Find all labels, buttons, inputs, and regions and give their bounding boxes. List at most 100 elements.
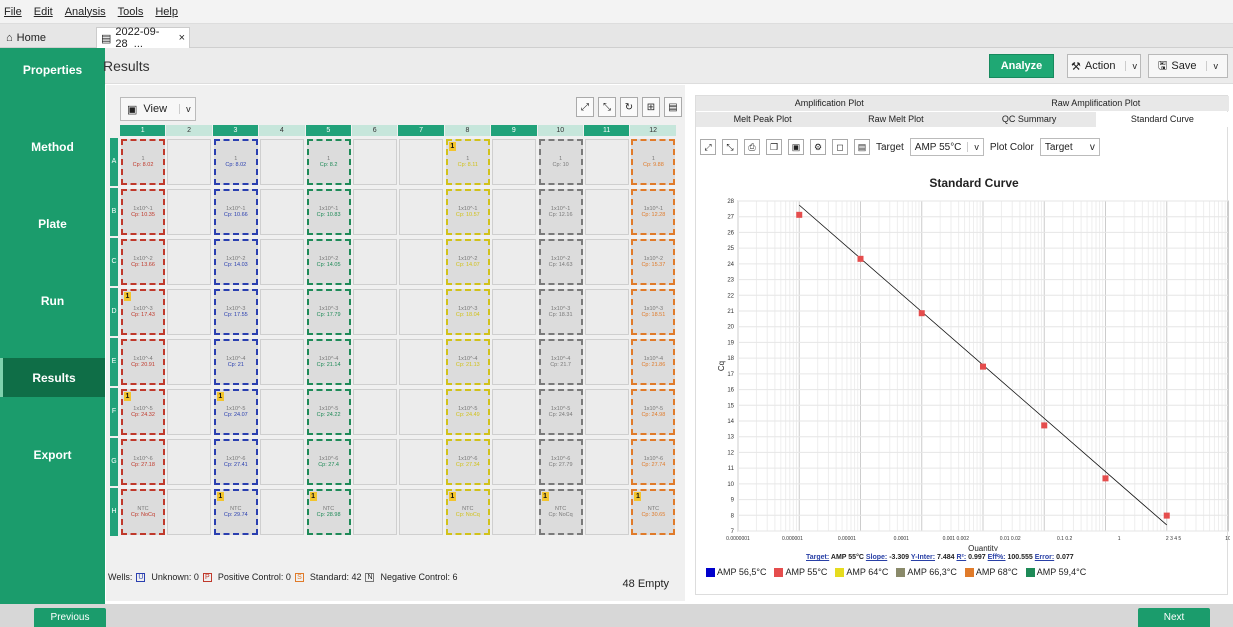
- empty-well[interactable]: [492, 389, 537, 435]
- refresh-icon[interactable]: ↻: [620, 97, 638, 117]
- well-C5[interactable]: 1x10^-2 Cp: 14.05: [306, 239, 351, 285]
- row-header[interactable]: F: [110, 388, 118, 436]
- well-B1[interactable]: 1x10^-1 Cp: 10.35: [121, 189, 165, 235]
- well-C8[interactable]: 1x10^-2 Cp: 14.07: [445, 239, 490, 285]
- empty-well[interactable]: [492, 439, 537, 485]
- empty-well[interactable]: [260, 389, 305, 435]
- empty-well[interactable]: [399, 189, 444, 235]
- empty-well[interactable]: [399, 439, 444, 485]
- well-B12[interactable]: 1x10^-1 Cp: 12.28: [631, 189, 676, 235]
- copy-icon[interactable]: ❐: [766, 139, 782, 155]
- empty-well[interactable]: [260, 189, 305, 235]
- empty-well[interactable]: [260, 289, 305, 335]
- menu-file[interactable]: File: [4, 6, 22, 18]
- well-H10[interactable]: NTC Cp: NoCq 1: [538, 489, 583, 535]
- empty-well[interactable]: [353, 289, 397, 335]
- empty-well[interactable]: [492, 289, 537, 335]
- row-header[interactable]: H: [110, 488, 118, 536]
- menu-analysis[interactable]: Analysis: [65, 6, 106, 18]
- analyze-button[interactable]: Analyze: [989, 54, 1054, 78]
- stat-yint-label[interactable]: Y-Inter:: [911, 554, 935, 561]
- empty-well[interactable]: [353, 239, 397, 285]
- empty-well[interactable]: [399, 289, 444, 335]
- empty-well[interactable]: [353, 339, 397, 385]
- empty-well[interactable]: [399, 139, 444, 185]
- column-header[interactable]: 1: [120, 125, 166, 136]
- empty-well[interactable]: [167, 189, 212, 235]
- sidebar-item-properties[interactable]: Properties: [0, 50, 105, 89]
- collapse-icon[interactable]: ⤡: [598, 97, 616, 117]
- row-header[interactable]: G: [110, 438, 118, 486]
- well-A10[interactable]: 1 Cp: 10: [538, 139, 583, 185]
- empty-well[interactable]: [167, 489, 212, 535]
- well-D1[interactable]: 1x10^-3 Cp: 17.43 1: [121, 289, 165, 335]
- well-E3[interactable]: 1x10^-4 Cp: 21: [213, 339, 258, 385]
- well-G1[interactable]: 1x10^-6 Cp: 27.18: [121, 439, 165, 485]
- well-B10[interactable]: 1x10^-1 Cp: 12.16: [538, 189, 583, 235]
- well-D5[interactable]: 1x10^-3 Cp: 17.79: [306, 289, 351, 335]
- empty-well[interactable]: [399, 489, 444, 535]
- menu-edit[interactable]: Edit: [34, 6, 53, 18]
- empty-well[interactable]: [167, 389, 212, 435]
- well-G10[interactable]: 1x10^-6 Cp: 27.79: [538, 439, 583, 485]
- empty-well[interactable]: [353, 189, 397, 235]
- next-button[interactable]: Next: [1138, 608, 1210, 627]
- tab-amplification-plot[interactable]: Amplification Plot: [696, 96, 963, 111]
- empty-well[interactable]: [585, 439, 629, 485]
- empty-well[interactable]: [585, 239, 629, 285]
- row-header[interactable]: D: [110, 288, 118, 336]
- well-F8[interactable]: 1x10^-5 Cp: 24.49: [445, 389, 490, 435]
- well-A8[interactable]: 1 Cp: 8.11 1: [445, 139, 490, 185]
- empty-well[interactable]: [260, 139, 305, 185]
- empty-well[interactable]: [585, 289, 629, 335]
- column-header[interactable]: 4: [259, 125, 305, 136]
- well-A3[interactable]: 1 Cp: 8.02: [213, 139, 258, 185]
- tab-qc-summary[interactable]: QC Summary: [963, 112, 1096, 127]
- well-G12[interactable]: 1x10^-6 Cp: 27.74: [631, 439, 676, 485]
- zoom-icon[interactable]: ◻: [832, 139, 848, 155]
- well-G8[interactable]: 1x10^-6 Cp: 27.34: [445, 439, 490, 485]
- empty-well[interactable]: [167, 339, 212, 385]
- empty-well[interactable]: [260, 239, 305, 285]
- expand-icon[interactable]: ⤢: [700, 139, 716, 155]
- empty-well[interactable]: [167, 139, 212, 185]
- empty-well[interactable]: [353, 439, 397, 485]
- well-B3[interactable]: 1x10^-1 Cp: 10.66: [213, 189, 258, 235]
- empty-well[interactable]: [399, 239, 444, 285]
- empty-well[interactable]: [585, 139, 629, 185]
- save-button[interactable]: 🖫 Save v: [1148, 54, 1228, 78]
- well-D12[interactable]: 1x10^-3 Cp: 18.51: [631, 289, 676, 335]
- sidebar-item-method[interactable]: Method: [0, 127, 105, 166]
- well-E5[interactable]: 1x10^-4 Cp: 21.14: [306, 339, 351, 385]
- stat-err-label[interactable]: Error:: [1035, 554, 1054, 561]
- empty-well[interactable]: [260, 439, 305, 485]
- well-G3[interactable]: 1x10^-6 Cp: 27.41: [213, 439, 258, 485]
- well-C12[interactable]: 1x10^-2 Cp: 15.37: [631, 239, 676, 285]
- empty-well[interactable]: [260, 339, 305, 385]
- well-B8[interactable]: 1x10^-1 Cp: 10.57: [445, 189, 490, 235]
- well-E12[interactable]: 1x10^-4 Cp: 21.86: [631, 339, 676, 385]
- stat-slope-label[interactable]: Slope:: [866, 554, 887, 561]
- menu-help[interactable]: Help: [155, 6, 178, 18]
- column-header[interactable]: 2: [166, 125, 212, 136]
- column-header[interactable]: 9: [491, 125, 537, 136]
- well-E8[interactable]: 1x10^-4 Cp: 21.13: [445, 339, 490, 385]
- menu-tools[interactable]: Tools: [118, 6, 144, 18]
- print-icon[interactable]: ⎙: [744, 139, 760, 155]
- empty-well[interactable]: [167, 239, 212, 285]
- action-button[interactable]: ⚒ Action v: [1067, 54, 1141, 78]
- well-H8[interactable]: NTC Cp: NoCq 1: [445, 489, 490, 535]
- empty-well[interactable]: [492, 489, 537, 535]
- column-header[interactable]: 10: [537, 125, 583, 136]
- row-header[interactable]: E: [110, 338, 118, 386]
- collapse-icon[interactable]: ⤡: [722, 139, 738, 155]
- empty-well[interactable]: [353, 139, 397, 185]
- well-A5[interactable]: 1 Cp: 8.2: [306, 139, 351, 185]
- empty-well[interactable]: [260, 489, 305, 535]
- well-E10[interactable]: 1x10^-4 Cp: 21.7: [538, 339, 583, 385]
- well-A12[interactable]: 1 Cp: 9.88: [631, 139, 676, 185]
- column-header[interactable]: 7: [398, 125, 444, 136]
- empty-well[interactable]: [353, 489, 397, 535]
- sidebar-item-results[interactable]: Results: [0, 358, 105, 397]
- empty-well[interactable]: [399, 389, 444, 435]
